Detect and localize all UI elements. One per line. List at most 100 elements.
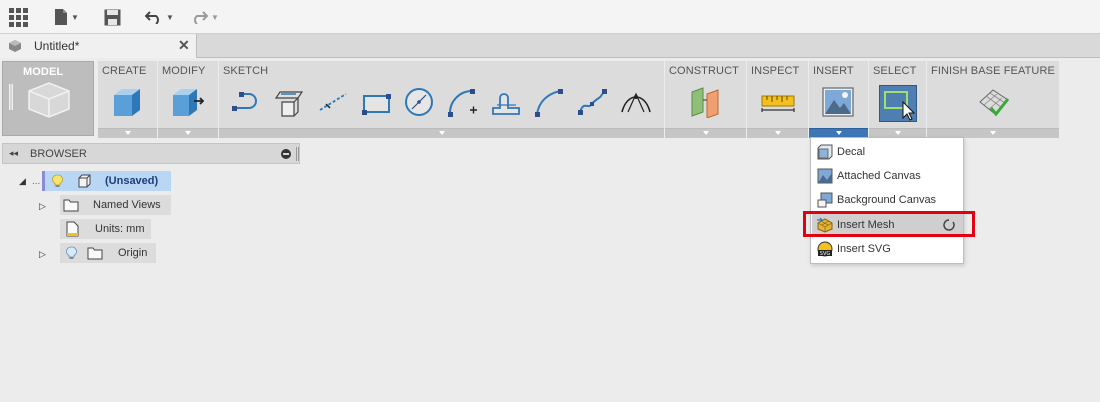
inspect-dropdown[interactable] <box>747 128 808 138</box>
chevron-down-icon: ▼ <box>71 12 79 22</box>
select-button[interactable] <box>879 85 917 122</box>
project-icon[interactable] <box>274 86 306 118</box>
decal-icon <box>817 144 833 160</box>
browser-panel-header: ◂◂ BROWSER <box>2 143 300 164</box>
save-icon <box>104 9 121 25</box>
chevron-down-icon <box>185 131 191 135</box>
create-sketch-icon[interactable] <box>231 86 263 118</box>
insert-group-label: INSERT <box>813 65 854 77</box>
lightbulb-icon[interactable] <box>66 246 77 260</box>
chevron-down-icon <box>835 131 842 135</box>
workspace-label: MODEL <box>23 66 64 78</box>
collapse-panel-icon[interactable]: ◂◂ <box>9 148 18 159</box>
document-title: Untitled* <box>34 39 80 53</box>
save-button[interactable] <box>104 7 121 27</box>
svg-text:SVG: SVG <box>820 251 831 257</box>
app-grid-button[interactable] <box>9 7 28 27</box>
select-cursor-icon <box>884 91 915 121</box>
browser-item-named-views[interactable]: Named Views <box>60 195 171 215</box>
create-group[interactable]: CREATE <box>98 61 157 138</box>
units-label: Units: mm <box>95 223 145 235</box>
spline-icon[interactable] <box>533 86 565 118</box>
workspace-switcher[interactable]: MODEL <box>2 61 94 136</box>
lightbulb-icon[interactable] <box>52 174 63 188</box>
undo-button[interactable]: ▼ <box>145 7 174 27</box>
menu-item-background-canvas[interactable]: Background Canvas <box>812 189 963 211</box>
create-dropdown[interactable] <box>98 128 157 138</box>
minimize-icon[interactable] <box>281 149 291 159</box>
insert-group[interactable]: INSERT <box>809 61 868 138</box>
document-icon <box>66 221 79 237</box>
measure-icon[interactable] <box>761 86 795 118</box>
browser-root-node[interactable]: (Unsaved) <box>42 171 171 191</box>
file-menu-button[interactable]: ▼ <box>54 7 79 27</box>
insert-image-icon[interactable] <box>822 86 854 118</box>
construct-dropdown[interactable] <box>665 128 746 138</box>
create-group-label: CREATE <box>102 65 147 77</box>
menu-item-attached-canvas[interactable]: Attached Canvas <box>812 165 963 187</box>
grip-icon <box>296 147 299 161</box>
redo-button[interactable]: ▼ <box>190 7 219 27</box>
browser-item-origin[interactable]: Origin <box>60 243 156 263</box>
arc-icon[interactable] <box>446 86 480 118</box>
folder-icon <box>87 247 103 260</box>
construct-group-label: CONSTRUCT <box>669 65 739 77</box>
model-workspace-icon <box>28 82 70 118</box>
modify-dropdown[interactable] <box>158 128 218 138</box>
chevron-down-icon <box>438 131 445 135</box>
file-icon <box>55 9 67 25</box>
chevron-down-icon: ▼ <box>211 12 219 22</box>
chevron-down-icon: ▼ <box>166 12 174 22</box>
expand-arrow-icon[interactable]: ▷ <box>39 249 46 260</box>
line-icon[interactable] <box>317 86 349 118</box>
background-canvas-icon <box>817 192 833 208</box>
folder-icon <box>63 199 79 212</box>
toolbar-ribbon: MODEL CREATE MODIFY SKETCH CONSTRUCT INS… <box>0 58 1100 138</box>
svg-file-icon: SVG <box>817 241 833 257</box>
tree-connector: ... <box>32 176 41 187</box>
menu-item-label: Insert SVG <box>837 243 891 255</box>
slot-icon[interactable] <box>490 86 522 118</box>
sketch-group[interactable]: SKETCH <box>219 61 664 138</box>
circle-icon[interactable] <box>403 86 435 118</box>
conic-curve-icon[interactable] <box>619 86 653 118</box>
menu-item-label: Attached Canvas <box>837 170 921 182</box>
canvas-icon <box>817 168 833 184</box>
menu-item-label: Decal <box>837 146 866 158</box>
menu-item-insert-svg[interactable]: SVG Insert SVG <box>812 238 963 260</box>
close-icon[interactable]: ✕ <box>178 37 190 54</box>
modify-group-label: MODIFY <box>162 65 206 77</box>
rectangle-icon[interactable] <box>360 86 392 118</box>
menu-item-decal[interactable]: Decal <box>812 141 963 163</box>
chevron-down-icon <box>774 131 781 135</box>
browser-item-units[interactable]: Units: mm <box>60 219 151 239</box>
offset-plane-icon[interactable] <box>689 86 723 118</box>
chevron-down-icon <box>894 131 901 135</box>
chevron-down-icon <box>124 131 131 135</box>
component-icon <box>78 174 91 188</box>
sketch-dropdown[interactable] <box>219 128 664 138</box>
finish-base-feature-group[interactable]: FINISH BASE FEATURE <box>927 61 1059 138</box>
grid-icon <box>9 7 28 27</box>
finish-base-feature-icon[interactable] <box>977 86 1011 118</box>
select-group[interactable]: SELECT <box>869 61 926 138</box>
construct-group[interactable]: CONSTRUCT <box>665 61 746 138</box>
inspect-group-label: INSPECT <box>751 65 800 77</box>
collapse-arrow-icon[interactable]: ◢ <box>19 176 26 187</box>
origin-label: Origin <box>118 247 148 259</box>
document-tab-bar: Untitled* ✕ <box>0 34 1100 58</box>
select-group-label: SELECT <box>873 65 917 77</box>
fit-spline-icon[interactable] <box>576 86 608 118</box>
quick-access-toolbar: ▼ ▼ ▼ <box>0 0 1100 34</box>
press-pull-icon[interactable] <box>170 86 204 118</box>
box-icon[interactable] <box>111 86 143 118</box>
expand-arrow-icon[interactable]: ▷ <box>39 201 46 212</box>
modify-group[interactable]: MODIFY <box>158 61 218 138</box>
insert-dropdown-menu: Decal Attached Canvas Background Canvas … <box>810 137 964 264</box>
finish-group-label: FINISH BASE FEATURE <box>931 65 1055 77</box>
highlight-box <box>803 211 975 237</box>
document-tab[interactable]: Untitled* ✕ <box>0 34 197 58</box>
browser-title: BROWSER <box>30 148 87 160</box>
sketch-group-label: SKETCH <box>223 65 269 77</box>
inspect-group[interactable]: INSPECT <box>747 61 808 138</box>
